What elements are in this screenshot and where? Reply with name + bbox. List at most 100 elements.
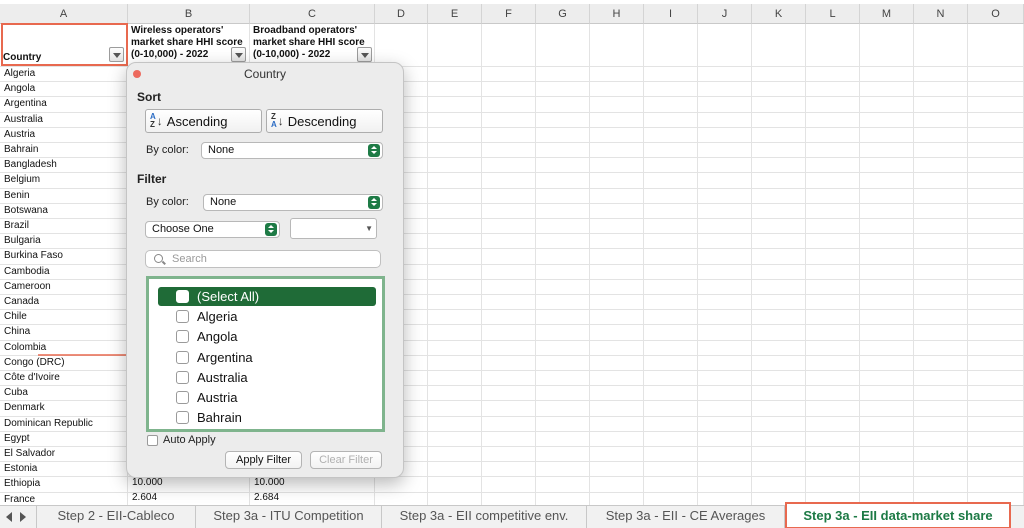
cell-country[interactable]: Austria bbox=[0, 127, 128, 142]
checkbox[interactable] bbox=[176, 391, 189, 404]
list-item[interactable]: Bahrain bbox=[158, 408, 376, 427]
list-item[interactable]: Austria bbox=[158, 388, 376, 407]
list-item[interactable]: Angola bbox=[158, 327, 376, 346]
cell-country[interactable]: Canada bbox=[0, 294, 128, 309]
tab-step-2-eii-cableco[interactable]: Step 2 - EII-Cableco bbox=[37, 506, 196, 528]
list-item[interactable]: Algeria bbox=[158, 307, 376, 326]
select-all-item[interactable]: (Select All) bbox=[158, 287, 376, 306]
column-header-h[interactable]: H bbox=[590, 4, 644, 24]
list-item[interactable]: Australia bbox=[158, 368, 376, 387]
checkbox[interactable] bbox=[176, 310, 189, 324]
auto-apply-label: Auto Apply bbox=[163, 434, 216, 446]
column-header-e[interactable]: E bbox=[428, 4, 482, 24]
sort-section-label: Sort bbox=[137, 90, 161, 104]
checkbox[interactable] bbox=[176, 370, 189, 384]
cell-country[interactable]: Bahrain bbox=[0, 142, 128, 157]
column-header-j[interactable]: J bbox=[698, 4, 752, 24]
filter-by-color-dropdown[interactable]: None bbox=[203, 194, 383, 211]
checkbox[interactable] bbox=[176, 411, 189, 425]
list-item-label: Angola bbox=[197, 329, 238, 345]
filter-by-color-label: By color: bbox=[146, 196, 189, 208]
cell-country[interactable]: Denmark bbox=[0, 400, 128, 415]
search-input[interactable]: Search bbox=[145, 250, 381, 268]
cell-country[interactable]: Argentina bbox=[0, 96, 128, 111]
cell-country[interactable]: Cameroon bbox=[0, 279, 128, 294]
filter-criteria-combobox[interactable]: ▼ bbox=[290, 218, 377, 239]
scroll-tabs-right-icon[interactable] bbox=[20, 512, 26, 522]
column-header-b[interactable]: B bbox=[128, 4, 250, 24]
cell-country[interactable]: Botswana bbox=[0, 203, 128, 218]
filter-condition-dropdown[interactable]: Choose One bbox=[145, 221, 280, 238]
cell-country[interactable]: Estonia bbox=[0, 461, 128, 476]
apply-filter-button[interactable]: Apply Filter bbox=[225, 451, 302, 469]
cell-country[interactable]: Algeria bbox=[0, 66, 128, 81]
list-item-label: (Select All) bbox=[197, 289, 260, 304]
value-list[interactable]: (Select All) Algeria Angola Argentina Austra… bbox=[146, 276, 385, 432]
filter-popup[interactable]: Country Sort A Z ↓ Ascending Z A ↓ Descendin… bbox=[126, 62, 404, 478]
annotation-arrow bbox=[38, 350, 136, 360]
column-header-o[interactable]: O bbox=[968, 4, 1024, 24]
column-header-i[interactable]: I bbox=[644, 4, 698, 24]
search-icon bbox=[154, 254, 163, 263]
cell-country[interactable]: Belgium bbox=[0, 172, 128, 187]
tab-step-3a-eii-competitive-env[interactable]: Step 3a - EII competitive env. bbox=[382, 506, 587, 528]
cell-country[interactable]: Dominican Republic bbox=[0, 416, 128, 431]
scroll-tabs-left-icon[interactable] bbox=[6, 512, 12, 522]
list-item-label: Argentina bbox=[197, 349, 253, 365]
sheet-tab-bar: Step 2 - EII-Cableco Step 3a - ITU Compe… bbox=[0, 502, 1024, 528]
column-header-l[interactable]: L bbox=[806, 4, 860, 24]
column-header-n[interactable]: N bbox=[914, 4, 968, 24]
cell-country[interactable]: Bangladesh bbox=[0, 157, 128, 172]
cell-france-wireless[interactable]: 2.604 bbox=[128, 490, 250, 505]
column-header-a[interactable]: A bbox=[0, 4, 128, 24]
list-item-label: Algeria bbox=[197, 309, 238, 325]
sort-descending-button[interactable]: Z A ↓ Descending bbox=[266, 109, 383, 133]
sort-by-color-dropdown[interactable]: None bbox=[201, 142, 383, 159]
sort-by-color-label: By color: bbox=[146, 144, 189, 156]
tab-step-3a-itu-competition[interactable]: Step 3a - ITU Competition bbox=[196, 506, 382, 528]
cell-country[interactable]: Côte d'Ivoire bbox=[0, 370, 128, 385]
sort-descending-icon: Z A ↓ bbox=[271, 112, 284, 129]
cell-country[interactable]: Burkina Faso bbox=[0, 248, 128, 263]
column-header-d[interactable]: D bbox=[375, 4, 428, 24]
cell-country[interactable]: Angola bbox=[0, 81, 128, 96]
cell-country[interactable]: Ethiopia bbox=[0, 476, 128, 491]
sort-ascending-button[interactable]: A Z ↓ Ascending bbox=[145, 109, 262, 133]
column-header-f[interactable]: F bbox=[482, 4, 536, 24]
popup-title: Country bbox=[243, 67, 287, 81]
checkbox[interactable] bbox=[176, 350, 189, 364]
list-item-label: Austria bbox=[197, 390, 238, 405]
column-header-c[interactable]: C bbox=[250, 4, 375, 24]
column-header-k[interactable]: K bbox=[752, 4, 806, 24]
list-item-label: Australia bbox=[197, 369, 248, 385]
cell-country[interactable]: Brazil bbox=[0, 218, 128, 233]
column-header-g[interactable]: G bbox=[536, 4, 590, 24]
tab-step-3a-eii-data-market-share[interactable]: Step 3a - EII data-market share bbox=[785, 502, 1011, 528]
cell-country[interactable]: Cambodia bbox=[0, 264, 128, 279]
cell-country[interactable]: Bulgaria bbox=[0, 233, 128, 248]
auto-apply-checkbox[interactable] bbox=[147, 435, 158, 446]
dropdown-arrow-icon bbox=[368, 196, 380, 209]
cell-country[interactable]: El Salvador bbox=[0, 446, 128, 461]
clear-filter-button[interactable]: Clear Filter bbox=[310, 451, 382, 469]
broadband-filter-button[interactable] bbox=[357, 47, 372, 62]
column-header-m[interactable]: M bbox=[860, 4, 914, 24]
cell-france-broadband[interactable]: 2.684 bbox=[250, 490, 375, 505]
dropdown-arrow-icon bbox=[265, 223, 277, 236]
wireless-filter-button[interactable] bbox=[231, 47, 246, 62]
checkbox[interactable] bbox=[176, 330, 189, 344]
cell-country[interactable]: China bbox=[0, 324, 128, 339]
sort-ascending-icon: A Z ↓ bbox=[150, 112, 163, 129]
dropdown-arrow-icon bbox=[368, 144, 380, 157]
cell-country[interactable]: Australia bbox=[0, 112, 128, 127]
checkbox[interactable] bbox=[176, 290, 189, 303]
cell-country[interactable]: Chile bbox=[0, 309, 128, 324]
cell-country[interactable]: Egypt bbox=[0, 431, 128, 446]
cell-country[interactable]: Benin bbox=[0, 188, 128, 203]
filter-section-label: Filter bbox=[137, 172, 167, 186]
list-item[interactable]: Argentina bbox=[158, 348, 376, 367]
selected-header-highlight bbox=[1, 23, 128, 66]
cell-country[interactable]: Cuba bbox=[0, 385, 128, 400]
tab-step-3a-eii-ce-averages[interactable]: Step 3a - EII - CE Averages bbox=[587, 506, 785, 528]
cell-country[interactable]: France bbox=[0, 492, 128, 505]
